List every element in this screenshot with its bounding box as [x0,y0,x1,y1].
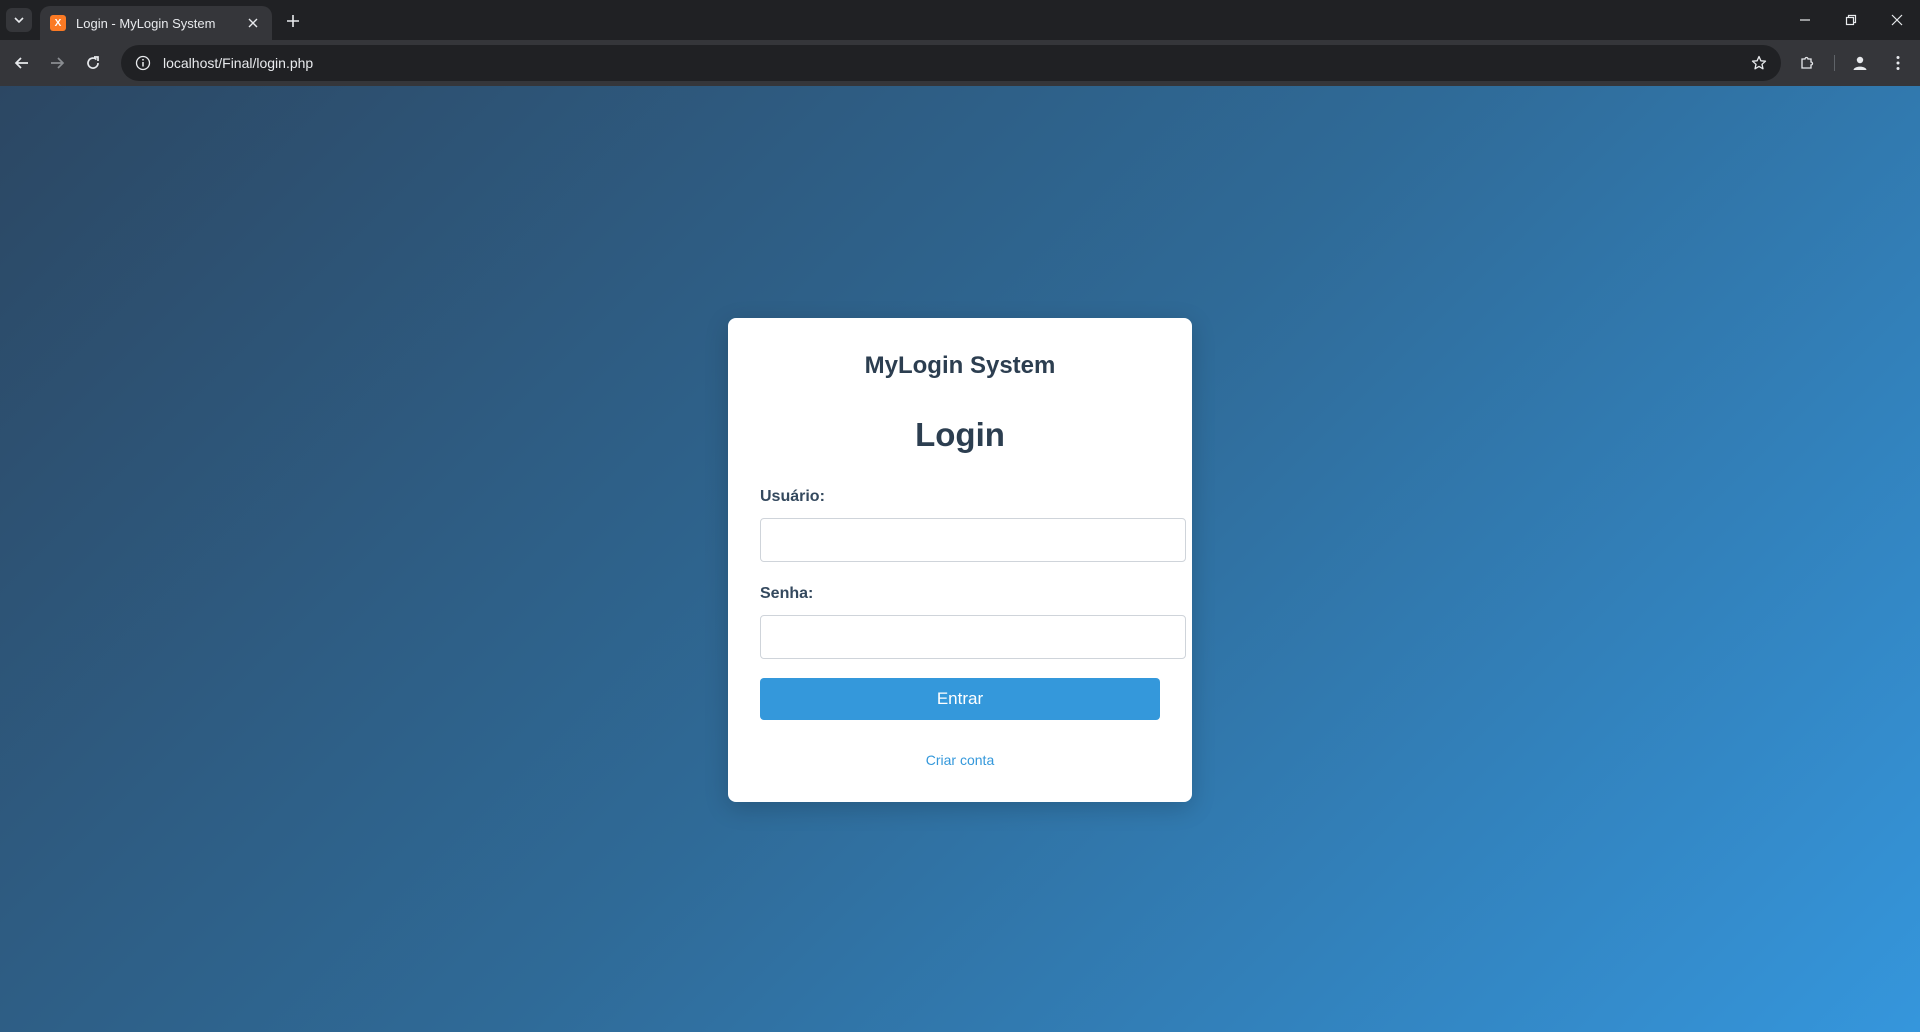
login-card: MyLogin System Login Usuário: Senha: Ent… [728,318,1192,802]
minimize-icon[interactable] [1782,0,1828,40]
url-text[interactable]: localhost/Final/login.php [163,55,313,71]
login-submit-button[interactable]: Entrar [760,678,1160,720]
chevron-down-icon [14,17,24,24]
toolbar-divider [1834,55,1835,71]
new-tab-plus-icon[interactable] [282,10,304,32]
reload-icon[interactable] [79,49,107,77]
profile-avatar-icon[interactable] [1846,49,1874,77]
page-title: Login [915,416,1005,453]
browser-toolbar: localhost/Final/login.php [0,40,1920,86]
username-label: Usuário: [760,488,825,505]
close-window-icon[interactable] [1874,0,1920,40]
restore-icon[interactable] [1828,0,1874,40]
forward-arrow-icon[interactable] [43,49,71,77]
tab-title: Login - MyLogin System [76,15,216,31]
create-account-link[interactable]: Criar conta [728,752,1192,768]
browser-menu-icon[interactable] [1884,49,1912,77]
tab-close-icon[interactable] [244,14,262,32]
password-input[interactable] [760,615,1186,659]
site-info-icon[interactable] [133,53,153,73]
browser-tabstrip: X Login - MyLogin System [0,0,1920,40]
extensions-puzzle-icon[interactable] [1793,49,1821,77]
bookmark-star-icon[interactable] [1749,53,1769,73]
back-arrow-icon[interactable] [8,49,36,77]
username-input[interactable] [760,518,1186,562]
xampp-favicon-icon: X [50,15,66,31]
address-bar[interactable]: localhost/Final/login.php [121,45,1781,81]
tab-search-button[interactable] [6,8,32,32]
brand-title: MyLogin System [864,352,1056,379]
browser-tab[interactable]: X Login - MyLogin System [40,6,272,40]
password-label: Senha: [760,585,814,602]
page-viewport: MyLogin System Login Usuário: Senha: Ent… [0,86,1920,1032]
